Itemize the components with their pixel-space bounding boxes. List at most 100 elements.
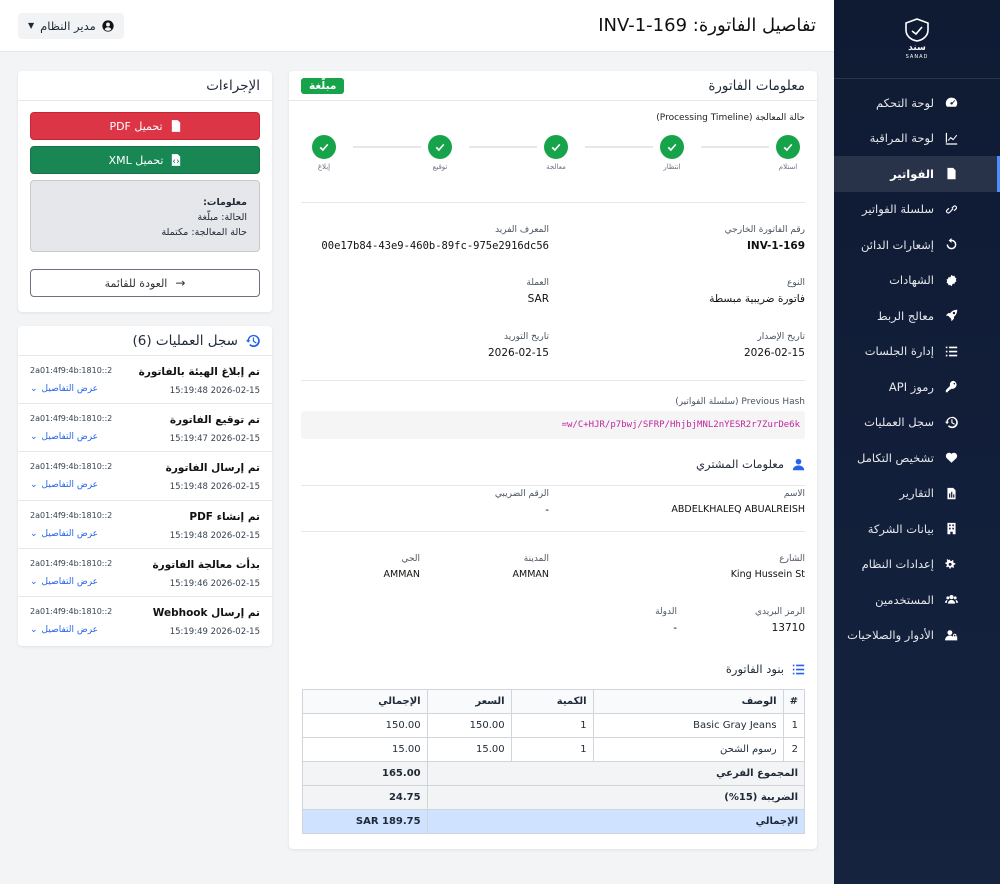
field-label: تاريخ الإصدار: [757, 332, 805, 342]
check-circle-icon: [776, 135, 800, 159]
heartbeat-icon: [944, 451, 958, 465]
sidebar-item-credit-notes[interactable]: إشعارات الدائن: [834, 227, 1000, 263]
download-pdf-button[interactable]: PDF تحميل PDF: [30, 112, 260, 140]
user-circle-icon: [102, 19, 114, 32]
timeline-step-wait: انتظار: [660, 135, 684, 171]
user-menu-dropdown[interactable]: مدير النظام ▼: [18, 12, 124, 39]
info-processing: حالة المعالجة: مكتملة: [161, 227, 247, 238]
chevron-down-icon: ⌄: [30, 528, 38, 539]
divider: [301, 485, 805, 486]
sidebar-item-dashboard[interactable]: لوحة التحكم: [834, 85, 1000, 121]
cell-description: Basic Gray Jeans: [592, 713, 784, 738]
check-circle-icon: [544, 135, 568, 159]
timeline-step-receive: استلام: [776, 135, 800, 171]
sidebar-item-reports[interactable]: التقارير: [834, 476, 1000, 512]
sidebar-item-label: تشخيص التكامل: [857, 450, 934, 465]
timeline-title: حالة المعالجة (Processing Timeline): [656, 113, 805, 123]
info-box: معلومات: الحالة: مبلّغة حالة المعالجة: م…: [30, 180, 260, 252]
page-title: تفاصيل الفاتورة: INV-1-169: [598, 15, 816, 36]
view-details-link[interactable]: عرض التفاصيل ⌄: [30, 577, 98, 587]
sidebar-item-system-settings[interactable]: إعدادات النظام: [834, 547, 1000, 583]
field-label: الدولة: [655, 607, 677, 617]
log-ip: 2a01:4f9:4b:1810::2: [30, 510, 113, 520]
supply-date-field: تاريخ التوريد 2026-02-15: [488, 332, 549, 359]
currency-field: العملة SAR: [526, 278, 549, 305]
issue-date-field: تاريخ الإصدار 2026-02-15: [744, 332, 805, 359]
actions-card-header: الإجراءات: [18, 71, 272, 101]
sidebar-item-label: الفواتير: [890, 166, 934, 181]
link-icon: [944, 202, 958, 216]
grand-total-row: الإجمالي SAR 189.75: [302, 809, 806, 834]
tax-label: الضريبة (15%): [426, 785, 806, 810]
sidebar-item-monitoring[interactable]: لوحة المراقبة: [834, 121, 1000, 157]
sanad-logo[interactable]: سند SANAD: [834, 0, 1000, 78]
topbar: تفاصيل الفاتورة: INV-1-169 مدير النظام ▼: [0, 0, 834, 52]
sidebar-nav: لوحة التحكم لوحة المراقبة الفواتير سلسلة…: [834, 85, 1000, 653]
pdf-file-icon: PDF: [171, 120, 180, 132]
sidebar-item-label: لوحة المراقبة: [869, 131, 934, 146]
buyer-name-field: الاسم ABDELKHALEQ ABUALREISH: [671, 489, 805, 515]
buyer-postal-field: الرمز البريدي 13710: [755, 607, 805, 634]
log-ip: 2a01:4f9:4b:1810::2: [30, 558, 113, 568]
user-icon: [792, 458, 805, 470]
tax-value: 24.75: [302, 785, 428, 810]
buyer-section-title: معلومات المشتري: [696, 457, 805, 471]
download-xml-button[interactable]: تحميل XML: [30, 146, 260, 174]
download-xml-label: تحميل XML: [108, 153, 164, 167]
tachometer-icon: [944, 96, 958, 110]
cell-quantity: 1: [510, 713, 594, 738]
actions-title: الإجراءات: [206, 77, 260, 94]
total-label: الإجمالي: [426, 809, 806, 834]
sidebar-item-diagnostics[interactable]: تشخيص التكامل: [834, 440, 1000, 476]
cogs-icon: [944, 557, 958, 571]
list-item: تم توقيع الفاتورة 2026-02-15 15:19:47 2a…: [18, 404, 272, 453]
sidebar-item-certificates[interactable]: الشهادات: [834, 263, 1000, 299]
log-timestamp: 2026-02-15 15:19:47: [169, 434, 260, 445]
buyer-country-field: الدولة -: [655, 607, 677, 634]
view-details-label: عرض التفاصيل: [41, 432, 99, 443]
view-details-label: عرض التفاصيل: [41, 528, 99, 539]
sidebar-item-roles[interactable]: الأدوار والصلاحيات: [834, 618, 1000, 654]
line-chart-icon: [944, 131, 958, 145]
sidebar-item-audit-log[interactable]: سجل العمليات: [834, 405, 1000, 441]
brand-name: SANAD: [905, 54, 929, 60]
status-badge: مبلّغة: [301, 77, 345, 94]
sidebar-item-label: المستخدمين: [875, 592, 934, 607]
sidebar-item-company[interactable]: بيانات الشركة: [834, 511, 1000, 547]
field-value: SAR: [527, 293, 549, 305]
sidebar-item-invoice-chain[interactable]: سلسلة الفواتير: [834, 192, 1000, 228]
subtotal-value: 165.00: [302, 761, 428, 786]
uuid-field: المعرف الفريد 00e17b84-43e9-460b-89fc-97…: [321, 225, 549, 252]
list-icon: [792, 664, 805, 674]
invoice-card-header: معلومات الفاتورة مبلّغة: [289, 71, 817, 101]
view-details-link[interactable]: عرض التفاصيل ⌄: [30, 384, 98, 394]
shield-logo-icon: [905, 18, 929, 42]
view-details-link[interactable]: عرض التفاصيل ⌄: [30, 480, 98, 490]
logs-title: سجل العمليات (6): [132, 332, 238, 349]
view-details-link[interactable]: عرض التفاصيل ⌄: [30, 625, 98, 635]
sidebar-item-api-tokens[interactable]: رموز API: [834, 369, 1000, 405]
sidebar-item-integration-wizard[interactable]: معالج الربط: [834, 298, 1000, 334]
table-row: 1 Basic Gray Jeans 1 150.00 150.00: [302, 713, 806, 738]
history-icon: [944, 415, 958, 429]
sidebar-item-invoices[interactable]: الفواتير: [834, 156, 1000, 192]
log-title: تم إنشاء PDF: [189, 510, 260, 523]
sidebar-item-label: بيانات الشركة: [867, 521, 934, 536]
view-details-link[interactable]: عرض التفاصيل ⌄: [30, 529, 98, 539]
field-label: العملة: [526, 278, 549, 288]
list-item: بدأت معالجة الفاتورة 2026-02-15 15:19:46…: [18, 549, 272, 597]
invoice-items-table: # الوصف الكمية السعر الإجمالي 1 Basic Gr…: [302, 689, 806, 834]
logs-card-header: سجل العمليات (6): [18, 326, 272, 356]
list-item: تم إبلاغ الهيئة بالفاتورة 2026-02-15 15:…: [18, 356, 272, 405]
sidebar-item-label: الأدوار والصلاحيات: [847, 628, 934, 643]
back-to-list-button[interactable]: → العودة للقائمة: [30, 269, 260, 297]
sidebar-divider: [834, 78, 1000, 79]
view-details-link[interactable]: عرض التفاصيل ⌄: [30, 432, 98, 442]
sidebar-item-users[interactable]: المستخدمين: [834, 582, 1000, 618]
timeline-connector: [701, 146, 769, 148]
buyer-district-field: الحي AMMAN: [384, 554, 421, 580]
cell-number: 1: [782, 713, 806, 738]
sidebar-item-sessions[interactable]: إدارة الجلسات: [834, 334, 1000, 370]
field-label: رقم الفاتورة الخارجي: [724, 225, 805, 235]
processing-timeline: استلام انتظار معالجة توقيع إبلاغ: [301, 135, 805, 185]
